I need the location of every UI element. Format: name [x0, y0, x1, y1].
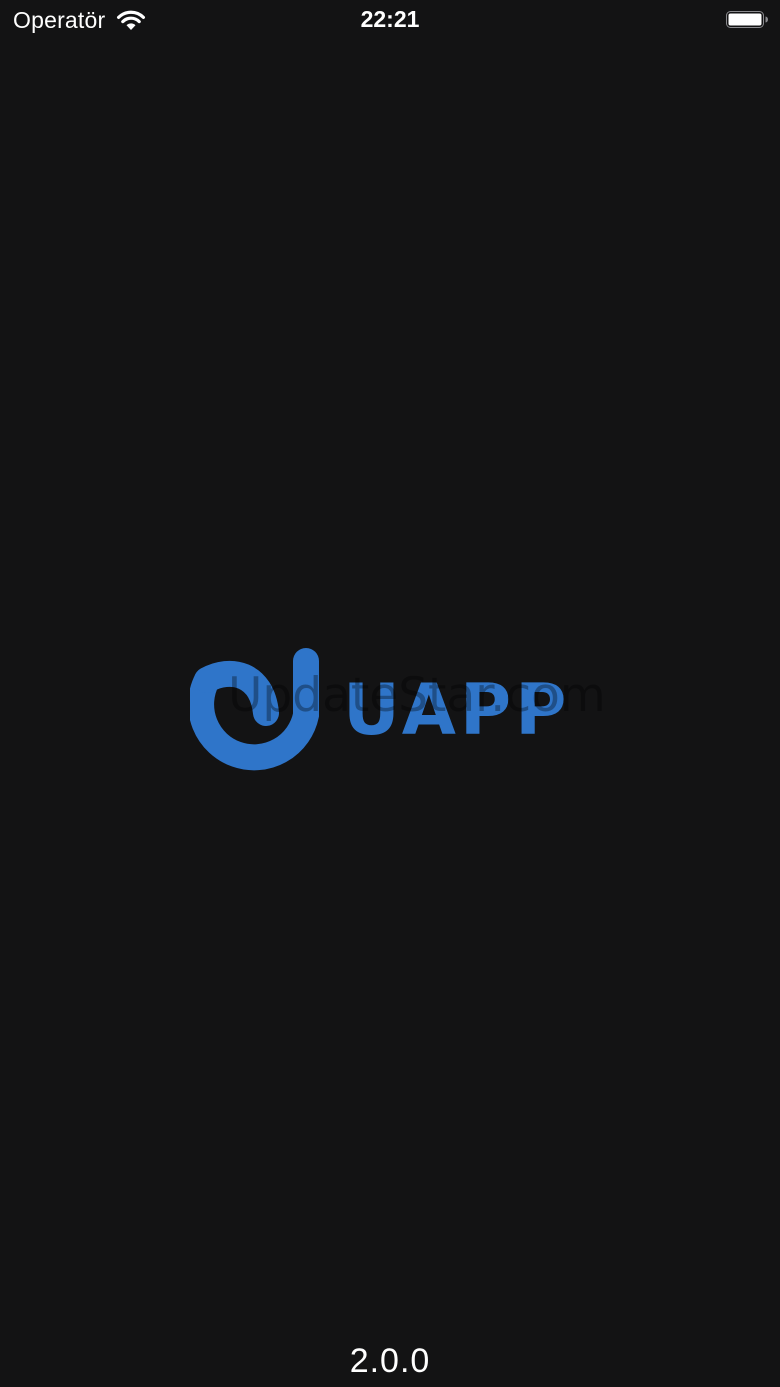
status-bar: Operatör 22:21 [0, 0, 780, 40]
status-time: 22:21 [360, 6, 420, 32]
app-version: 2.0.0 [349, 1342, 431, 1380]
watermark: UpdateStar.com [228, 668, 606, 723]
battery-icon [726, 11, 768, 28]
